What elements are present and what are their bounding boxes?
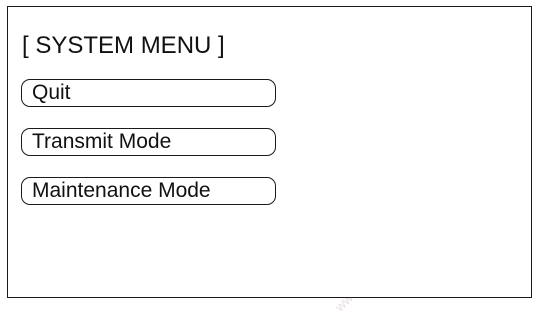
transmit-mode-button[interactable]: Transmit Mode [21,128,276,156]
system-menu-screen: [ SYSTEM MENU ] Quit Transmit Mode Maint… [7,6,532,298]
quit-button[interactable]: Quit [21,79,276,107]
maintenance-mode-button[interactable]: Maintenance Mode [21,177,276,205]
menu-title: [ SYSTEM MENU ] [22,32,225,59]
